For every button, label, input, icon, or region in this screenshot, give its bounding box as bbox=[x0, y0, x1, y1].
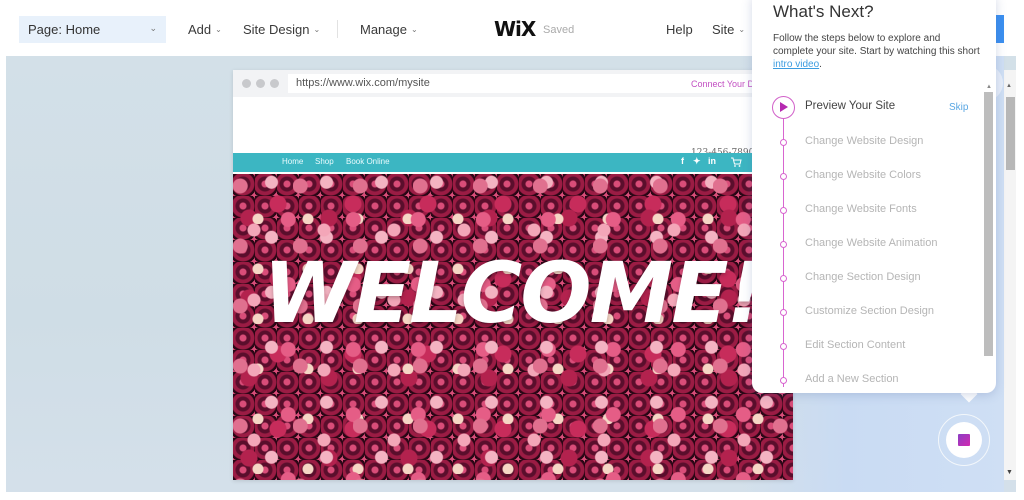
site-preview[interactable]: https://www.wix.com/mysite Connect Your … bbox=[233, 70, 793, 480]
save-status: Saved bbox=[543, 24, 575, 36]
menu-help[interactable]: Help bbox=[666, 22, 693, 37]
panel-description-end: . bbox=[819, 59, 822, 70]
step-dot-icon bbox=[780, 173, 787, 180]
whats-next-panel: What's Next? Follow the steps below to e… bbox=[752, 0, 996, 393]
intro-video-link[interactable]: intro video bbox=[773, 59, 819, 70]
menu-manage-label: Manage bbox=[360, 22, 407, 37]
preview-browser-chrome: https://www.wix.com/mysite Connect Your … bbox=[233, 70, 793, 97]
step-change-website-design[interactable]: Change Website Design bbox=[805, 135, 923, 147]
step-edit-section-content[interactable]: Edit Section Content bbox=[805, 339, 905, 351]
facebook-icon[interactable]: f bbox=[681, 156, 684, 166]
panel-scrollbar-thumb[interactable] bbox=[984, 92, 993, 356]
menu-site-design[interactable]: Site Design ⌄ bbox=[243, 22, 320, 37]
site-header[interactable]: 123-456-7890 bbox=[233, 97, 793, 158]
chevron-down-icon: ⌄ bbox=[149, 23, 157, 33]
play-icon[interactable] bbox=[772, 96, 795, 119]
skip-button[interactable]: Skip bbox=[949, 102, 968, 113]
page-selector-label: Page: Home bbox=[28, 22, 101, 37]
step-change-website-animation[interactable]: Change Website Animation bbox=[805, 237, 938, 249]
scroll-down-arrow-icon[interactable]: ▼ bbox=[1006, 469, 1013, 476]
step-dot-icon bbox=[780, 377, 787, 384]
panel-description: Follow the steps below to explore and co… bbox=[773, 32, 983, 71]
menu-site[interactable]: Site ⌄ bbox=[712, 22, 745, 37]
menu-site-design-label: Site Design bbox=[243, 22, 310, 37]
menu-site-label: Site bbox=[712, 22, 735, 37]
site-nav-book-online[interactable]: Book Online bbox=[346, 157, 390, 166]
page-selector[interactable]: Page: Home ⌄ bbox=[19, 16, 166, 43]
connect-domain-link[interactable]: Connect Your D bbox=[691, 79, 754, 89]
hero-image[interactable]: WELCOME! bbox=[233, 174, 793, 480]
step-dot-icon bbox=[780, 139, 787, 146]
chevron-down-icon: ⌄ bbox=[738, 25, 746, 34]
step-customize-section-design[interactable]: Customize Section Design bbox=[805, 305, 934, 317]
menu-help-label: Help bbox=[666, 22, 693, 37]
chevron-down-icon: ⌄ bbox=[410, 25, 418, 34]
panel-scroll-up-icon[interactable]: ▲ bbox=[986, 84, 992, 90]
step-dot-icon bbox=[780, 275, 787, 282]
step-dot-icon bbox=[780, 207, 787, 214]
step-dot-icon bbox=[780, 309, 787, 316]
chevron-down-icon: ⌄ bbox=[215, 25, 222, 34]
panel-title: What's Next? bbox=[773, 2, 874, 21]
twitter-icon[interactable]: ✦ bbox=[693, 156, 701, 167]
whats-next-toggle-button[interactable] bbox=[946, 422, 982, 458]
menu-manage[interactable]: Manage ⌄ bbox=[360, 22, 418, 37]
step-change-section-design[interactable]: Change Section Design bbox=[805, 271, 921, 283]
scroll-up-arrow-icon[interactable]: ▲ bbox=[1006, 83, 1012, 89]
site-nav-shop[interactable]: Shop bbox=[315, 157, 334, 166]
canvas-scrollbar-thumb[interactable] bbox=[1006, 97, 1015, 170]
step-preview-your-site[interactable]: Preview Your Site bbox=[805, 100, 895, 112]
window-dot bbox=[270, 79, 279, 88]
step-dot-icon bbox=[780, 241, 787, 248]
site-nav-home[interactable]: Home bbox=[282, 157, 303, 166]
step-add-new-section[interactable]: Add a New Section bbox=[805, 373, 899, 385]
bottom-strip bbox=[0, 492, 1024, 500]
hero-heading: WELCOME! bbox=[263, 244, 765, 342]
linkedin-icon[interactable]: in bbox=[708, 156, 716, 166]
step-change-website-fonts[interactable]: Change Website Fonts bbox=[805, 203, 917, 215]
step-change-website-colors[interactable]: Change Website Colors bbox=[805, 169, 921, 181]
window-dot bbox=[256, 79, 265, 88]
stop-icon bbox=[958, 434, 970, 446]
site-nav: Home Shop Book Online f ✦ in bbox=[233, 153, 793, 172]
menu-add-label: Add bbox=[188, 22, 212, 37]
menu-divider bbox=[337, 20, 338, 38]
menu-add[interactable]: Add ⌄ bbox=[188, 22, 222, 37]
wix-editor: Page: Home ⌄ Add ⌄ Site Design ⌄ Manage ⌄ W… bbox=[0, 0, 1024, 500]
panel-description-text: Follow the steps below to explore and co… bbox=[773, 33, 980, 57]
wix-logo: WiX bbox=[494, 17, 536, 41]
step-dot-icon bbox=[780, 343, 787, 350]
cart-icon[interactable] bbox=[730, 156, 742, 168]
chevron-down-icon: ⌄ bbox=[313, 25, 321, 34]
window-dot bbox=[242, 79, 251, 88]
